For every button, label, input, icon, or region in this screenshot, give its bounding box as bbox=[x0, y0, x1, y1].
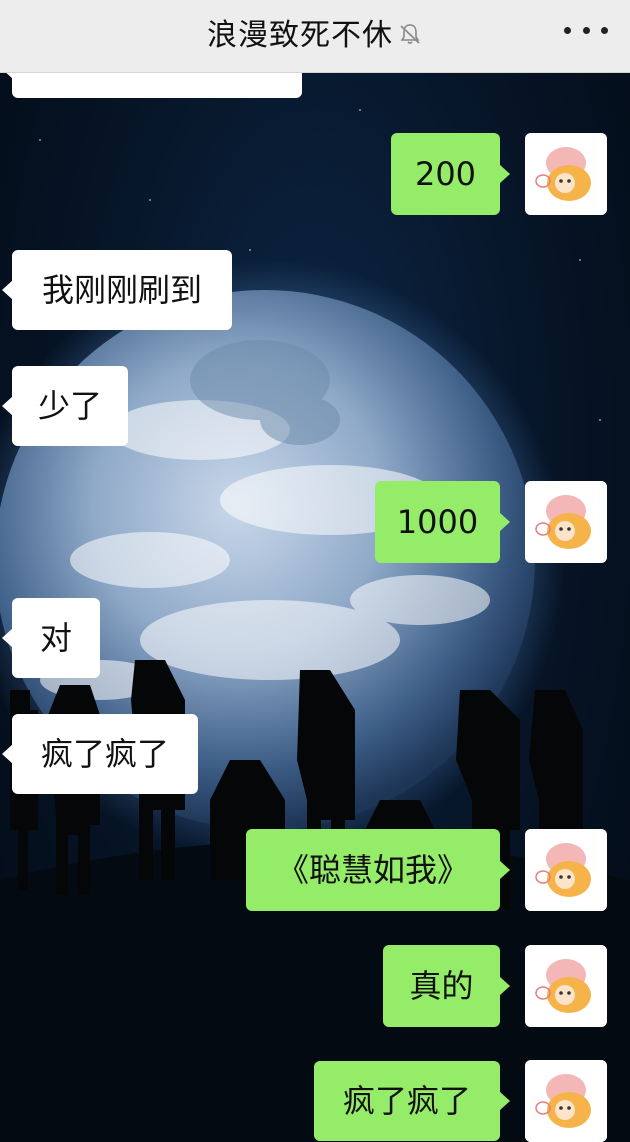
message-bubble-sent[interactable]: 1000 bbox=[375, 481, 510, 563]
message-text: 疯了疯了 bbox=[342, 1082, 471, 1120]
bell-off-icon bbox=[400, 24, 420, 44]
message-bubble-received[interactable]: 我刚刚刷到 bbox=[2, 250, 232, 330]
cartoon-avatar-icon bbox=[525, 1060, 607, 1142]
message-text: 《聪慧如我》 bbox=[276, 851, 469, 889]
more-dot bbox=[582, 26, 590, 34]
more-dot bbox=[601, 26, 608, 34]
avatar[interactable] bbox=[525, 1060, 607, 1142]
message-text: 我刚刚刷到 bbox=[41, 271, 202, 309]
message-bubble-received[interactable]: 少了 bbox=[2, 366, 128, 446]
cartoon-avatar-icon bbox=[525, 481, 607, 563]
message-bubble-sent[interactable]: 200 bbox=[391, 133, 510, 215]
cartoon-avatar-icon bbox=[525, 133, 607, 215]
message-text: 200 bbox=[414, 155, 477, 193]
more-dots-icon bbox=[564, 26, 571, 34]
message-text: 1000 bbox=[396, 503, 479, 541]
message-text: 对 bbox=[39, 619, 72, 657]
cartoon-avatar-icon bbox=[525, 829, 607, 911]
message-bubble-received[interactable]: 疯了疯了 bbox=[2, 714, 198, 794]
message-bubble-sent[interactable]: 《聪慧如我》 bbox=[246, 829, 510, 911]
message-bubble-received[interactable]: 对 bbox=[2, 598, 100, 678]
cartoon-avatar-icon bbox=[525, 945, 607, 1027]
avatar[interactable] bbox=[525, 133, 607, 215]
message-bubble-sent[interactable]: 真的 bbox=[383, 945, 510, 1027]
message-bubble-sent[interactable]: 疯了疯了 bbox=[314, 1061, 510, 1141]
chat-title[interactable]: 浪漫致死不休 bbox=[207, 10, 393, 54]
avatar[interactable] bbox=[525, 481, 607, 563]
message-text: 真的 bbox=[409, 967, 474, 1005]
chat-header: 浪漫致死不休 bbox=[0, 0, 630, 73]
avatar[interactable] bbox=[525, 945, 607, 1027]
avatar[interactable] bbox=[525, 829, 607, 911]
message-text: 疯了疯了 bbox=[40, 735, 169, 773]
more-options-button[interactable] bbox=[564, 18, 608, 42]
message-text: 少了 bbox=[37, 387, 102, 425]
